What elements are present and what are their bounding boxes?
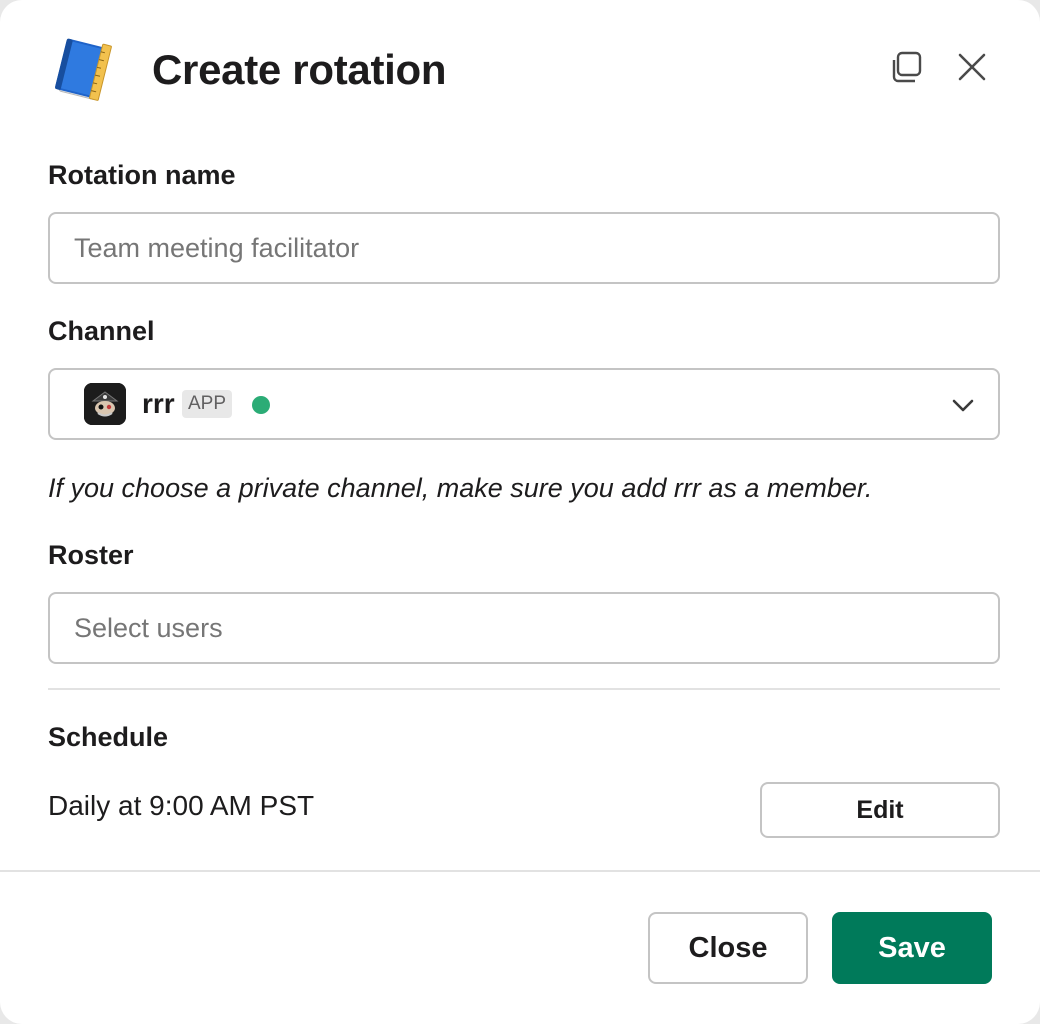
close-modal-button[interactable]	[952, 49, 992, 89]
chevron-down-icon	[950, 392, 976, 418]
create-rotation-modal: Create rotation Rotation name Channel	[0, 0, 1040, 1024]
rotation-name-label: Rotation name	[48, 160, 236, 190]
channel-helper-text: If you choose a private channel, make su…	[48, 473, 873, 503]
selected-channel-name: rrr	[142, 388, 175, 419]
channel-label: Channel	[48, 316, 155, 346]
rotation-name-input[interactable]	[74, 214, 974, 282]
channel-select[interactable]: rrr APP	[48, 368, 1000, 440]
save-button[interactable]: Save	[832, 912, 992, 984]
edit-schedule-button[interactable]: Edit	[760, 782, 1000, 838]
close-button[interactable]: Close	[648, 912, 808, 984]
modal-header: Create rotation	[0, 0, 1040, 140]
rotation-name-field[interactable]	[48, 212, 1000, 284]
modal-title: Create rotation	[152, 46, 447, 93]
pirate-avatar-icon	[84, 383, 126, 425]
roster-input[interactable]	[74, 594, 974, 662]
close-icon	[956, 51, 988, 88]
roster-label: Roster	[48, 540, 134, 570]
notebook-icon	[50, 38, 116, 102]
schedule-label: Schedule	[48, 722, 169, 752]
footer-divider	[0, 870, 1040, 872]
app-badge: APP	[182, 390, 233, 418]
popout-icon	[888, 49, 924, 90]
schedule-summary: Daily at 9:00 AM PST	[48, 790, 315, 821]
roster-field[interactable]	[48, 592, 1000, 664]
section-divider	[48, 688, 1000, 690]
presence-status-dot	[252, 396, 270, 414]
popout-button[interactable]	[886, 49, 926, 89]
